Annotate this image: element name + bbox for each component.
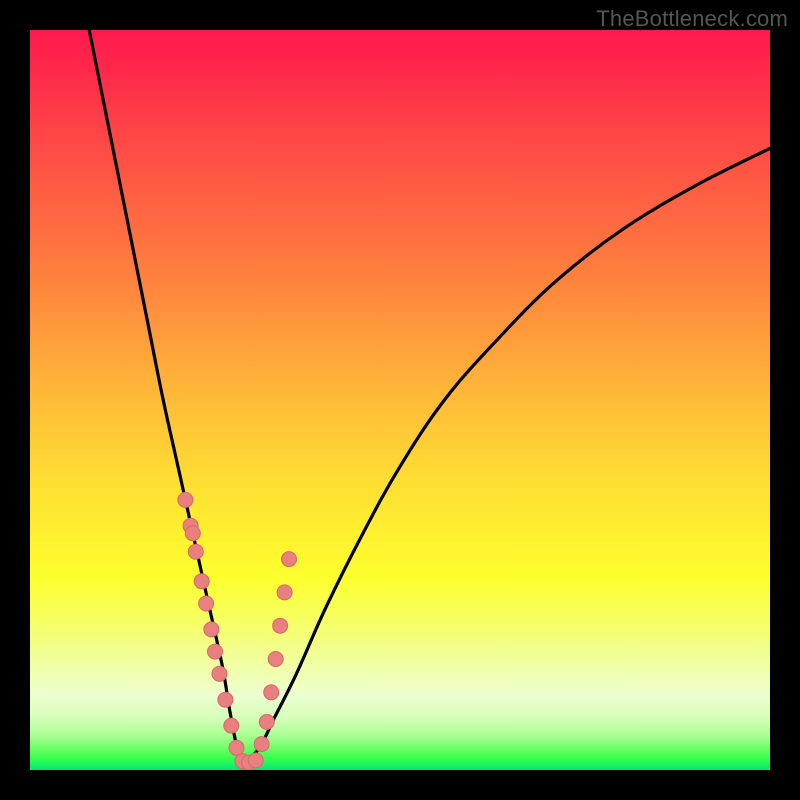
data-point (224, 718, 239, 733)
data-point (194, 574, 209, 589)
watermark-text: TheBottleneck.com (596, 6, 788, 32)
data-point (218, 692, 233, 707)
data-point (185, 526, 200, 541)
curve-right-branch (245, 148, 770, 762)
scatter-layer (178, 492, 297, 770)
data-point (178, 492, 193, 507)
data-point (282, 552, 297, 567)
data-point (212, 666, 227, 681)
data-point (259, 714, 274, 729)
chart-frame: TheBottleneck.com (0, 0, 800, 800)
data-point (268, 652, 283, 667)
data-point (254, 737, 269, 752)
data-point (208, 644, 223, 659)
chart-svg (30, 30, 770, 770)
data-point (199, 596, 214, 611)
data-point (273, 618, 288, 633)
data-point (277, 585, 292, 600)
curve-layer (89, 30, 770, 763)
plot-area (30, 30, 770, 770)
data-point (229, 740, 244, 755)
data-point (204, 622, 219, 637)
data-point (264, 685, 279, 700)
data-point (248, 753, 263, 768)
data-point (188, 544, 203, 559)
